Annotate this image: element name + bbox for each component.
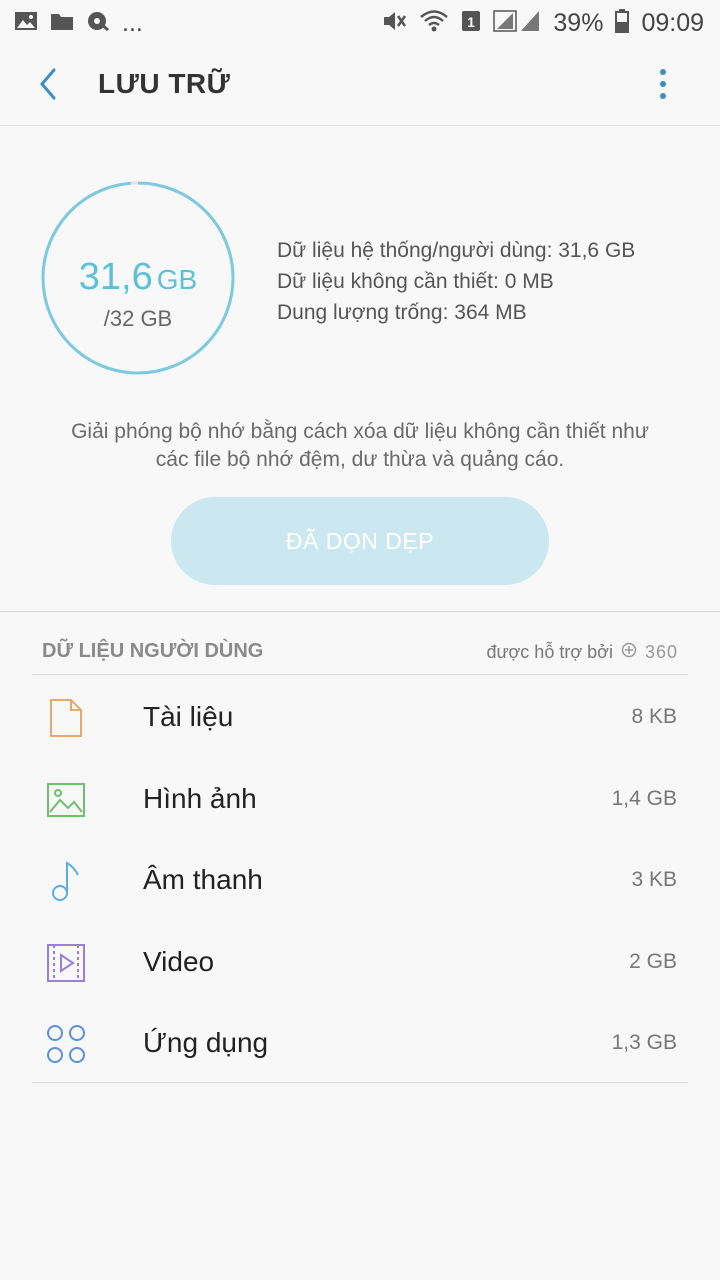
list-item-size: 8 KB: [631, 705, 677, 728]
storage-breakdown: Dữ liệu hệ thống/người dùng: 31,6 GB Dữ …: [277, 235, 635, 328]
powered-by: được hỗ trợ bởi 360: [486, 642, 678, 663]
list-item-label: Âm thanh: [143, 864, 263, 895]
folder-notification-icon: [50, 10, 74, 37]
wifi-icon: [419, 9, 449, 38]
page-title: LƯU TRỮ: [98, 68, 231, 99]
video-icon: [44, 941, 88, 985]
app-bar: LƯU TRỮ: [0, 46, 720, 126]
list-item-label: Tài liệu: [143, 701, 234, 732]
free-space-line: Dung lượng trống: 364 MB: [277, 301, 527, 324]
clean-up-button[interactable]: ĐÃ DỌN DẸP: [171, 497, 549, 585]
list-item-size: 1,3 GB: [611, 1031, 677, 1054]
brand-360-logo-icon: [621, 642, 637, 663]
list-item-label: Ứng dụng: [143, 1027, 269, 1058]
music-note-icon: [44, 859, 88, 903]
document-icon: [44, 696, 88, 740]
gallery-notification-icon: [14, 10, 38, 37]
sim-slot-number: 1: [467, 14, 475, 30]
more-notifications-indicator: ...: [122, 8, 143, 37]
cleanup-hint: Giải phóng bộ nhớ bằng cách xóa dữ liệu …: [40, 418, 680, 474]
mute-vibrate-icon: [381, 9, 407, 38]
list-item-size: 1,4 GB: [611, 786, 677, 810]
back-arrow-icon: [38, 68, 58, 105]
used-storage-unit: GB: [156, 264, 198, 295]
list-bottom-divider: [32, 1082, 688, 1083]
apps-icon: [44, 1022, 88, 1066]
storage-cleanup-notification-icon: [86, 10, 110, 37]
list-top-divider: [32, 674, 688, 675]
image-icon: [44, 778, 88, 822]
user-data-heading: DỮ LIỆU NGƯỜI DÙNG: [42, 640, 264, 662]
storage-usage-ring: 31,6 GB /32 GB: [40, 180, 236, 376]
list-item-images[interactable]: Hình ảnh 1,4 GB: [0, 758, 720, 840]
unnecessary-data-line: Dữ liệu không cần thiết: 0 MB: [277, 270, 554, 293]
user-data-list: Tài liệu 8 KB Hình ảnh 1,4 GB Âm thanh 3…: [0, 676, 720, 1084]
brand-360-text: 360: [644, 642, 678, 662]
more-vertical-icon: [659, 68, 667, 105]
status-bar: ... 1 39% 09:09: [0, 0, 720, 46]
list-item-video[interactable]: Video 2 GB: [0, 921, 720, 1003]
list-item-documents[interactable]: Tài liệu 8 KB: [0, 676, 720, 758]
signal-strength-icon: [493, 9, 541, 38]
list-item-size: 3 KB: [631, 868, 677, 891]
cleanup-hint-line1: Giải phóng bộ nhớ bằng cách xóa dữ liệu …: [71, 420, 649, 443]
used-storage-value: 31,6 GB: [40, 256, 236, 299]
list-item-apps[interactable]: Ứng dụng 1,3 GB: [0, 1002, 720, 1084]
total-storage: /32 GB: [103, 306, 173, 331]
back-button[interactable]: [26, 64, 70, 108]
battery-percent: 39%: [553, 8, 604, 37]
list-item-audio[interactable]: Âm thanh 3 KB: [0, 839, 720, 921]
list-item-size: 2 GB: [629, 949, 677, 973]
list-item-label: Video: [143, 945, 215, 977]
more-options-button[interactable]: [645, 66, 681, 106]
powered-by-text: được hỗ trợ bởi: [486, 642, 613, 662]
section-divider: [0, 611, 720, 612]
used-storage-number: 31,6: [78, 256, 153, 298]
system-user-data-line: Dữ liệu hệ thống/người dùng: 31,6 GB: [277, 239, 636, 262]
clock: 09:09: [641, 8, 704, 37]
battery-icon: [615, 8, 630, 38]
list-item-label: Hình ảnh: [143, 782, 257, 814]
sim-slot-icon: 1: [461, 9, 481, 38]
cleanup-hint-line2: các file bộ nhớ đệm, dư thừa và quảng cá…: [155, 448, 565, 471]
